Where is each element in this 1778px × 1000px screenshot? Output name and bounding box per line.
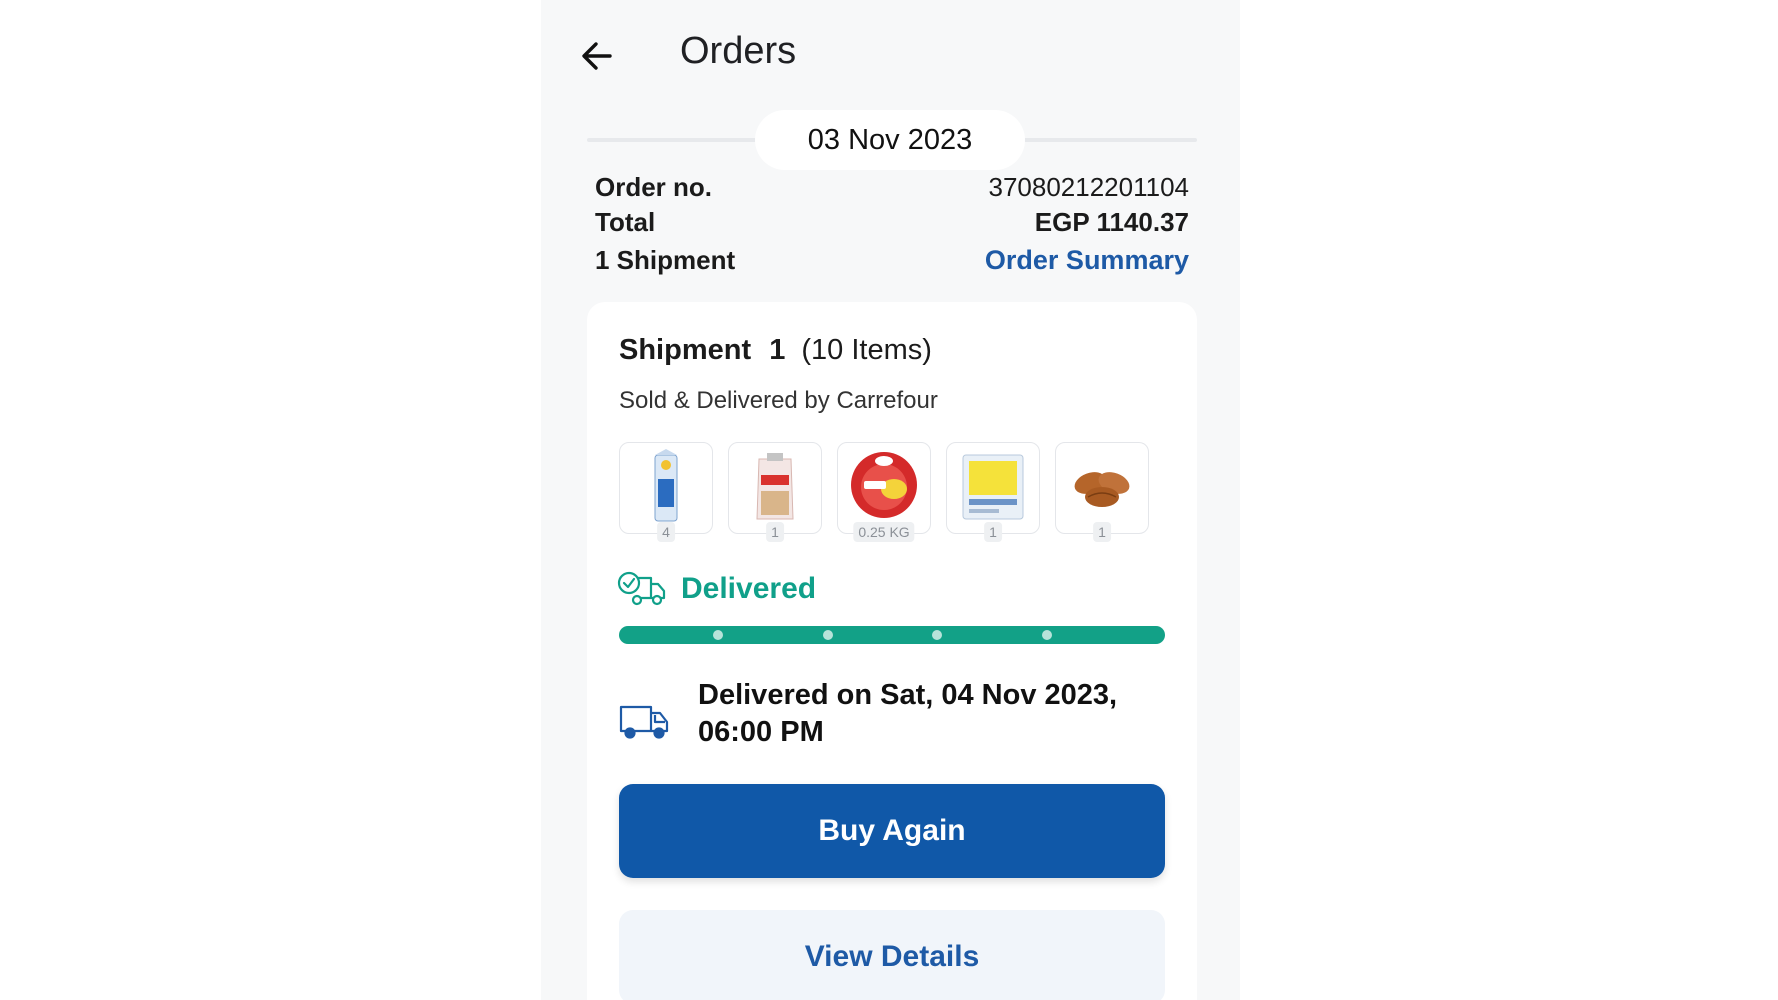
- buy-again-button[interactable]: Buy Again: [619, 784, 1165, 878]
- progress-step-dot: [932, 630, 942, 640]
- progress-step-dot: [823, 630, 833, 640]
- product-quantity: 1: [766, 522, 784, 542]
- shipment-title: Shipment 1 (10 Items): [619, 334, 932, 367]
- croissants-icon: [1074, 472, 1130, 507]
- order-date: 03 Nov 2023: [755, 110, 1025, 170]
- order-total-row: Total EGP 1140.37: [595, 207, 1189, 238]
- delivery-status: Delivered: [617, 570, 816, 608]
- order-summary-link[interactable]: Order Summary: [985, 245, 1189, 276]
- shipment-card: Shipment 1 (10 Items) Sold & Delivered b…: [587, 302, 1197, 1000]
- delivery-van-icon: [619, 705, 669, 739]
- bread-bag-icon: [756, 453, 794, 520]
- product-thumb[interactable]: 0.25 KG: [837, 442, 931, 542]
- shipment-label: Shipment: [619, 334, 752, 366]
- product-thumb[interactable]: 1: [946, 442, 1040, 542]
- order-number-value: 37080212201104: [988, 172, 1189, 202]
- product-thumb[interactable]: 1: [728, 442, 822, 542]
- orders-screen: Orders 03 Nov 2023 Order no. 37080212201…: [541, 0, 1240, 1000]
- order-number-row: Order no. 37080212201104: [595, 172, 1189, 203]
- product-thumbnails: 4 1 0.25 KG 1 1: [619, 442, 1179, 552]
- progress-step-dot: [713, 630, 723, 640]
- delivery-status-text: Delivered: [681, 572, 817, 605]
- cheese-slices-icon: [962, 454, 1024, 520]
- shipments-row: 1 Shipment Order Summary: [595, 245, 1189, 276]
- shipment-count: 1 Shipment: [595, 245, 736, 275]
- page-title: Orders: [680, 30, 797, 72]
- product-quantity: 4: [657, 522, 675, 542]
- delivery-progress-bar: [619, 626, 1165, 644]
- delivery-date-line: Delivered on Sat, 04 Nov 2023,: [698, 679, 1118, 711]
- arrow-left-icon[interactable]: [577, 36, 617, 76]
- top-app-bar: Orders: [541, 0, 1240, 110]
- edam-cheese-icon: [851, 452, 917, 518]
- progress-step-dot: [1042, 630, 1052, 640]
- product-quantity: 1: [984, 522, 1002, 542]
- product-thumb[interactable]: 1: [1055, 442, 1149, 542]
- seller-info: Sold & Delivered by Carrefour: [619, 387, 938, 414]
- delivery-date-text: Delivered on Sat, 04 Nov 2023, 06:00 PM: [698, 677, 1168, 751]
- product-quantity: 1: [1093, 522, 1111, 542]
- order-total-label: Total: [595, 207, 656, 237]
- milk-carton-icon: [654, 449, 678, 522]
- order-total-value: EGP 1140.37: [1034, 207, 1189, 237]
- view-details-button[interactable]: View Details: [619, 910, 1165, 1000]
- order-number-label: Order no.: [595, 172, 713, 202]
- product-quantity: 0.25 KG: [853, 522, 915, 542]
- delivered-truck-icon: [617, 571, 666, 606]
- delivery-time-line: 06:00 PM: [698, 716, 824, 748]
- shipment-number: 1: [769, 334, 786, 366]
- shipment-item-count: (10 Items): [801, 334, 932, 366]
- product-thumb[interactable]: 4: [619, 442, 713, 542]
